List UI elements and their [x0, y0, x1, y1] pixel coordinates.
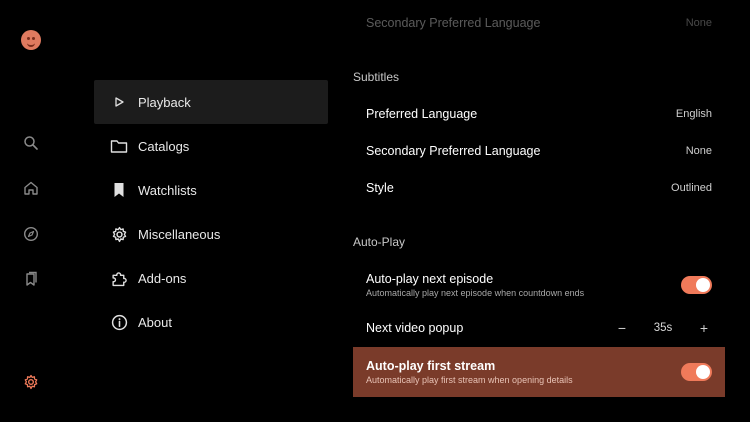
menu-item-catalogs[interactable]: Catalogs [94, 124, 328, 168]
row-label: Secondary Preferred Language [366, 16, 541, 30]
row-value: None [685, 145, 712, 157]
home-button[interactable] [20, 177, 42, 199]
search-button[interactable] [20, 132, 42, 154]
toggle-knob [696, 365, 710, 379]
menu-item-label: Watchlists [138, 182, 197, 198]
settings-icon [24, 374, 38, 390]
row-label: Secondary Preferred Language [366, 144, 541, 158]
puzzle-icon [110, 269, 128, 287]
top-secondary-language-row[interactable]: Secondary Preferred Language None [353, 12, 725, 34]
next-video-popup-stepper: − 35s + [614, 320, 712, 336]
row-value: None [685, 17, 712, 29]
compass-icon [23, 226, 39, 242]
bookmarks-icon [26, 271, 37, 286]
autoplay-first-stream-toggle[interactable] [681, 363, 712, 381]
menu-item-label: Add-ons [138, 270, 187, 286]
folder-icon [110, 137, 128, 155]
increase-button[interactable]: + [696, 320, 712, 336]
menu-item-label: Playback [138, 94, 191, 110]
row-text: Auto-play first stream Automatically pla… [366, 359, 573, 385]
menu-item-watchlists[interactable]: Watchlists [94, 168, 328, 212]
secondary-language-row[interactable]: Secondary Preferred Language None [353, 135, 725, 167]
menu-item-playback[interactable]: Playback [94, 80, 328, 124]
autoplay-first-stream-row[interactable]: Auto-play first stream Automatically pla… [353, 347, 725, 397]
subtitle-style-row[interactable]: Style Outlined [353, 172, 725, 204]
popup-duration-value: 35s [653, 322, 673, 334]
toggle-knob [696, 278, 710, 292]
search-icon [24, 136, 38, 150]
home-icon [24, 181, 38, 195]
next-video-popup-row[interactable]: Next video popup − 35s + [353, 312, 725, 344]
row-description: Automatically play first stream when ope… [366, 375, 573, 385]
library-button[interactable] [20, 268, 42, 290]
gear-icon [110, 225, 128, 243]
row-value: Outlined [671, 182, 712, 194]
play-icon [110, 93, 128, 111]
row-label: Auto-play first stream [366, 359, 496, 373]
row-label: Style [366, 181, 394, 195]
subtitles-section-title: Subtitles [353, 70, 400, 84]
menu-item-about[interactable]: About [94, 300, 328, 344]
autoplay-next-episode-toggle[interactable] [681, 276, 712, 294]
settings-menu: Playback Catalogs Watchlists Miscellaneo… [94, 80, 328, 344]
autoplay-next-episode-row[interactable]: Auto-play next episode Automatically pla… [353, 266, 725, 304]
menu-item-miscellaneous[interactable]: Miscellaneous [94, 212, 328, 256]
row-text: Auto-play next episode Automatically pla… [366, 272, 584, 298]
menu-item-label: Miscellaneous [138, 226, 221, 242]
preferred-language-row[interactable]: Preferred Language English [353, 98, 725, 130]
menu-item-addons[interactable]: Add-ons [94, 256, 328, 300]
info-icon [110, 313, 128, 331]
menu-item-label: About [138, 314, 172, 330]
menu-item-label: Catalogs [138, 138, 190, 154]
autoplay-section-title: Auto-Play [353, 235, 406, 249]
row-description: Automatically play next episode when cou… [366, 288, 585, 298]
row-value: English [675, 108, 712, 120]
avatar[interactable] [21, 30, 41, 50]
row-label: Preferred Language [366, 107, 478, 121]
settings-button[interactable] [20, 371, 42, 393]
row-label: Auto-play next episode [366, 272, 494, 286]
row-label: Next video popup [366, 321, 464, 335]
nav-rail [0, 0, 62, 422]
bookmark-icon [110, 181, 128, 199]
discover-button[interactable] [20, 223, 42, 245]
avatar-mouth [27, 41, 35, 47]
decrease-button[interactable]: − [614, 320, 630, 336]
